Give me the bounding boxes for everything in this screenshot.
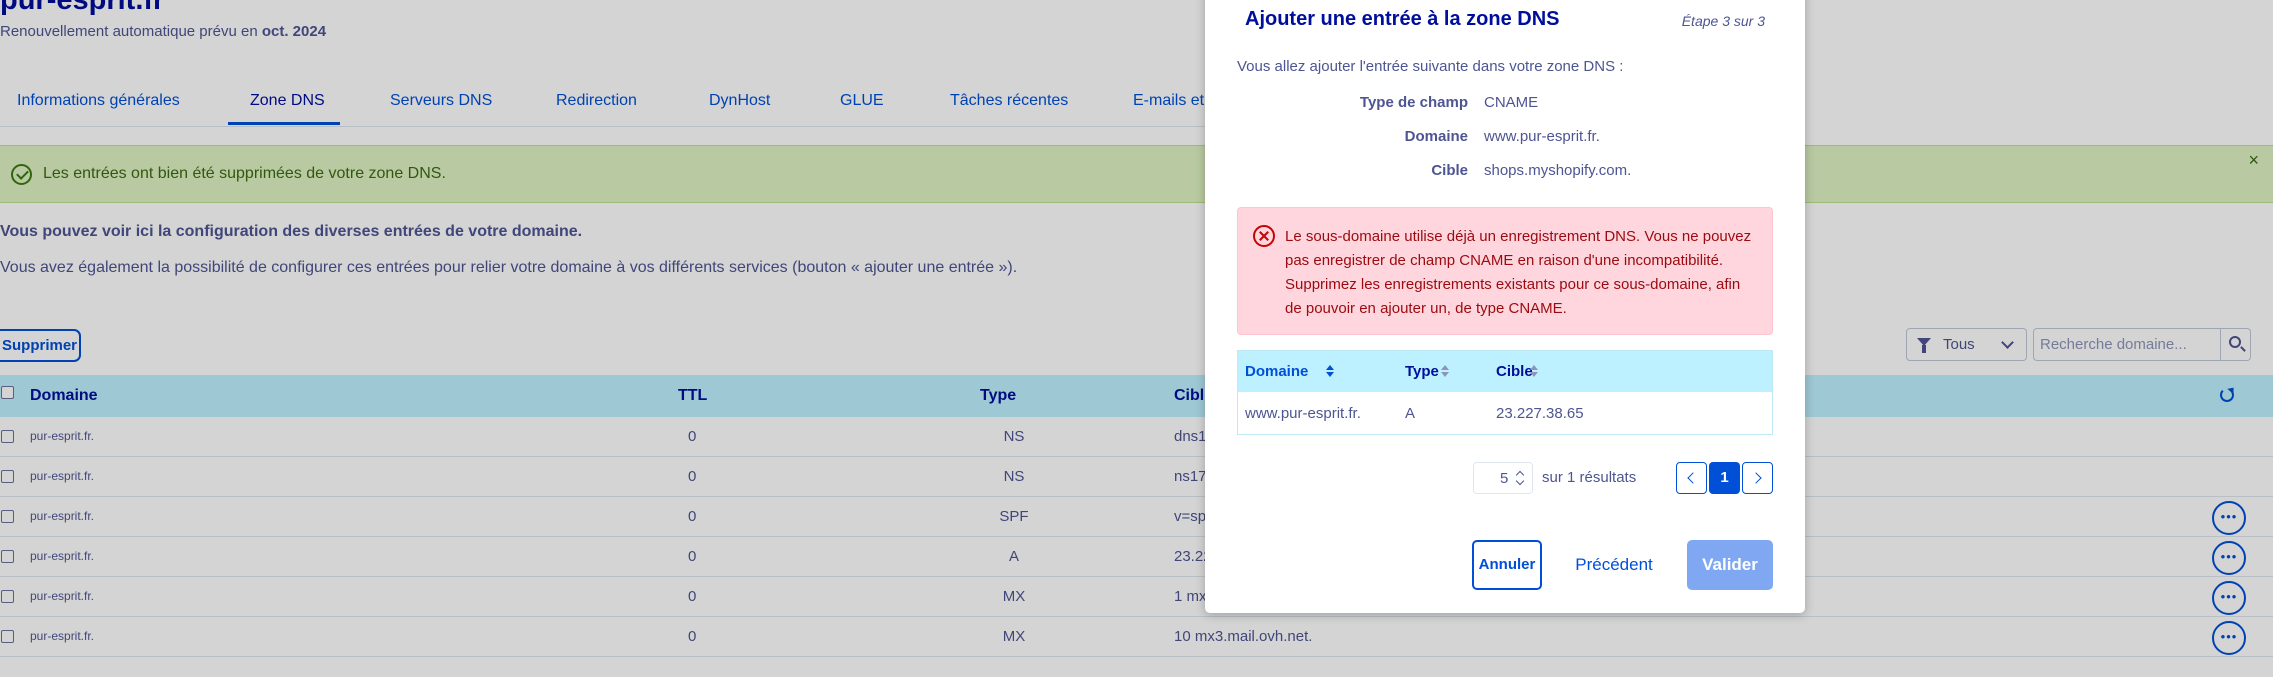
previous-page-button[interactable] [1676,462,1707,494]
modal-step-indicator: Étape 3 sur 3 [1681,13,1765,29]
conflict-row-target: 23.227.38.65 [1496,405,1584,422]
next-page-button[interactable] [1742,462,1773,494]
previous-button[interactable]: Précédent [1564,540,1664,590]
sort-icon[interactable] [1441,365,1449,379]
conflict-row-type: A [1405,405,1416,422]
field-label: Cible [1431,162,1468,179]
field-value: CNAME [1484,94,1539,111]
sort-icon[interactable] [1326,365,1334,379]
modal-actions: Annuler Précédent Valider [1205,540,1805,594]
results-count: sur 1 résultats [1542,469,1637,486]
error-alert: Le sous-domaine utilise déjà un enregist… [1237,207,1773,335]
field-value: www.pur-esprit.fr. [1484,128,1600,145]
error-circle-icon [1253,225,1275,247]
field-value: shops.myshopify.com. [1484,162,1632,179]
conflict-table-header: Domaine Type Cible [1238,351,1772,392]
sort-icon[interactable] [1530,365,1538,379]
column-header-target[interactable]: Cible [1496,363,1533,380]
up-down-icon [1516,471,1525,487]
conflicting-records-table: Domaine Type Cible www.pur-esprit.fr. A … [1237,350,1773,435]
pagination: 5 sur 1 résultats 1 [1205,462,1805,494]
entry-summary-type: Type de champ CNAME [1237,94,1767,116]
modal-backdrop[interactable] [0,0,2273,677]
page-size-select[interactable]: 5 [1473,462,1533,494]
page-size-value: 5 [1500,470,1509,487]
current-page-button[interactable]: 1 [1709,462,1740,494]
column-header-type[interactable]: Type [1405,363,1439,380]
conflict-row-domain: www.pur-esprit.fr. [1245,405,1361,422]
entry-summary-target: Cible shops.myshopify.com. [1237,162,1767,184]
add-dns-entry-modal: Ajouter une entrée à la zone DNS Étape 3… [1205,0,1805,613]
modal-title: Ajouter une entrée à la zone DNS [1245,8,1560,30]
field-label: Type de champ [1359,94,1468,111]
column-header-domain[interactable]: Domaine [1245,363,1308,380]
submit-button[interactable]: Valider [1687,540,1773,590]
error-alert-text: Le sous-domaine utilise déjà un enregist… [1285,228,1752,317]
entry-summary-domain: Domaine www.pur-esprit.fr. [1237,128,1767,150]
modal-intro: Vous allez ajouter l'entrée suivante dan… [1237,58,1624,75]
field-label: Domaine [1404,128,1468,145]
cancel-button[interactable]: Annuler [1472,540,1542,590]
